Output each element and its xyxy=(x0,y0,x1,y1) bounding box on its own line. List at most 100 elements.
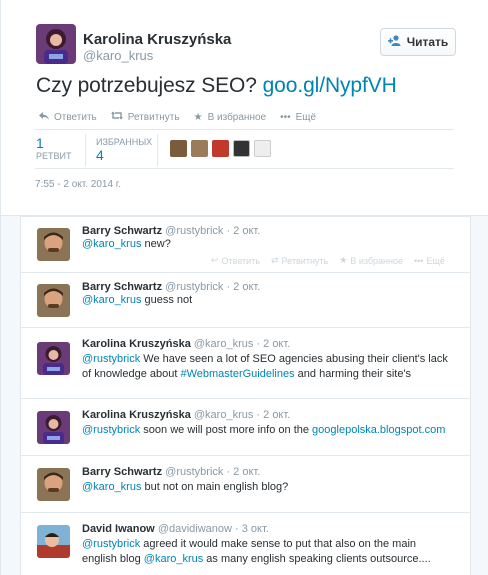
retweet-count[interactable]: 1 xyxy=(36,135,44,151)
reply-author-handle[interactable]: @rustybrick xyxy=(165,281,223,293)
reply-tweet[interactable]: Karolina Kruszyńska @karo_krus · 2 окт. … xyxy=(20,327,471,399)
reply-date[interactable]: · 2 окт. xyxy=(256,409,290,421)
tweet-actions: Ответить Ретвитнуть ★ В избранное ••• Ещ… xyxy=(39,111,316,123)
reply-tweet[interactable]: Karolina Kruszyńska @karo_krus · 2 окт. … xyxy=(20,398,471,456)
reply-date[interactable]: · 2 окт. xyxy=(226,281,260,293)
follow-button[interactable]: Читать xyxy=(380,28,456,56)
favorites-count[interactable]: 4 xyxy=(96,147,104,163)
reply-mention[interactable]: @karo_krus xyxy=(82,238,141,250)
reply-author-name[interactable]: Barry Schwartz xyxy=(82,281,162,293)
reply-mention[interactable]: @rustybrick xyxy=(82,353,140,365)
favoriter-avatar[interactable] xyxy=(212,140,229,157)
divider xyxy=(35,129,454,130)
reply-author-name[interactable]: Karolina Kruszyńska xyxy=(82,338,191,350)
reply-author-handle[interactable]: @rustybrick xyxy=(165,225,223,237)
favoriters-avatars xyxy=(170,140,271,157)
favoriter-avatar[interactable] xyxy=(254,140,271,157)
reply-avatar[interactable] xyxy=(37,228,70,261)
reply-avatar[interactable] xyxy=(37,342,70,375)
reply-author-name[interactable]: David Iwanow xyxy=(82,523,155,535)
retweet-icon xyxy=(110,111,123,123)
reply-icon: ↩ xyxy=(211,255,219,265)
tweet-permalink-frame: Karolina Kruszyńska @karo_krus Читать Cz… xyxy=(0,0,488,575)
tweet-text: Czy potrzebujesz SEO? goo.gl/NypfVH xyxy=(36,74,397,98)
reply-text-body: and harming their site's xyxy=(294,368,412,380)
favorite-action[interactable]: ★ В избранное xyxy=(339,255,403,266)
reply-tweet[interactable]: Barry Schwartz @rustybrick · 2 окт. @kar… xyxy=(20,455,471,513)
stat-divider xyxy=(85,134,86,166)
reply-text-body: new? xyxy=(141,238,171,250)
reply-label: Ответить xyxy=(221,255,261,266)
retweet-action[interactable]: ⇄ Ретвитнуть xyxy=(271,255,328,266)
reply-header: Barry Schwartz @rustybrick · 2 окт. xyxy=(82,466,260,478)
favoriter-avatar[interactable] xyxy=(233,140,250,157)
reply-mention[interactable]: @rustybrick xyxy=(82,538,140,550)
reply-mention[interactable]: @karo_krus xyxy=(82,294,141,306)
tweet-link[interactable]: goo.gl/NypfVH xyxy=(263,74,397,97)
more-label: Ещё xyxy=(295,111,317,123)
reply-author-handle[interactable]: @rustybrick xyxy=(165,466,223,478)
tweet-timestamp[interactable]: 7:55 - 2 окт. 2014 г. xyxy=(35,179,121,190)
reply-avatar[interactable] xyxy=(37,411,70,444)
reply-mention[interactable]: @karo_krus xyxy=(144,553,203,565)
favoriter-avatar[interactable] xyxy=(191,140,208,157)
favorite-label: В избранное xyxy=(207,111,267,123)
reply-header: Karolina Kruszyńska @karo_krus · 2 окт. xyxy=(82,409,290,421)
reply-avatar[interactable] xyxy=(37,468,70,501)
favorite-action[interactable]: ★ В избранное xyxy=(194,111,267,123)
author-name[interactable]: Karolina Kruszyńska xyxy=(83,31,231,48)
reply-actions: ↩ Ответить ⇄ Ретвитнуть ★ В избранное ••• Ещ… xyxy=(211,255,445,266)
reply-date[interactable]: · 2 окт. xyxy=(226,225,260,237)
more-action[interactable]: ••• Ещё xyxy=(414,255,445,266)
favorite-star-icon: ★ xyxy=(193,111,203,123)
favoriter-avatar[interactable] xyxy=(170,140,187,157)
reply-mention[interactable]: @rustybrick xyxy=(82,424,140,436)
reply-author-name[interactable]: Barry Schwartz xyxy=(82,225,162,237)
reply-author-name[interactable]: Karolina Kruszyńska xyxy=(82,409,191,421)
retweet-icon: ⇄ xyxy=(271,255,279,265)
reply-action[interactable]: Ответить xyxy=(39,111,97,123)
more-dots-icon: ••• xyxy=(414,255,424,266)
reply-text-body: guess not xyxy=(141,294,193,306)
follow-button-label: Читать xyxy=(406,35,449,49)
author-avatar[interactable] xyxy=(36,24,76,64)
retweet-count-label: РЕТВИТ xyxy=(36,151,72,161)
reply-text: @karo_krus guess not xyxy=(82,293,452,308)
reply-tweet[interactable]: David Iwanow @davidiwanow · 3 окт. @rust… xyxy=(20,512,471,575)
tweet-text-body: Czy potrzebujesz SEO? xyxy=(36,74,257,97)
reply-label: Ответить xyxy=(54,111,97,123)
reply-author-name[interactable]: Barry Schwartz xyxy=(82,466,162,478)
reply-mention[interactable]: @karo_krus xyxy=(82,481,141,493)
favorite-label: В избранное xyxy=(350,255,403,266)
retweet-label: Ретвитнуть xyxy=(281,255,329,266)
reply-date[interactable]: · 3 окт. xyxy=(235,523,269,535)
reply-tweet[interactable]: Barry Schwartz @rustybrick · 2 окт. @kar… xyxy=(20,272,471,328)
reply-action[interactable]: ↩ Ответить xyxy=(211,255,260,266)
more-dots-icon: ••• xyxy=(280,111,291,123)
retweet-label: Ретвитнуть xyxy=(127,111,180,123)
reply-text: @rustybrick We have seen a lot of SEO ag… xyxy=(82,352,452,382)
reply-date[interactable]: · 2 окт. xyxy=(226,466,260,478)
reply-text-body: as many english speaking clients outsour… xyxy=(203,553,431,565)
reply-date[interactable]: · 2 окт. xyxy=(256,338,290,350)
reply-header: Barry Schwartz @rustybrick · 2 окт. xyxy=(82,225,260,237)
reply-icon xyxy=(39,111,49,123)
reply-avatar[interactable] xyxy=(37,284,70,317)
follow-person-icon xyxy=(387,35,402,49)
reply-avatar[interactable] xyxy=(37,525,70,558)
favorite-star-icon: ★ xyxy=(339,255,348,265)
more-action[interactable]: ••• Ещё xyxy=(280,111,316,123)
reply-link[interactable]: googlepolska.blogspot.com xyxy=(312,424,445,436)
reply-header: Karolina Kruszyńska @karo_krus · 2 окт. xyxy=(82,338,290,350)
divider xyxy=(35,168,454,169)
replies-list: Barry Schwartz @rustybrick · 2 окт. @kar… xyxy=(1,215,488,575)
reply-hashtag[interactable]: #WebmasterGuidelines xyxy=(180,368,294,380)
reply-tweet[interactable]: Barry Schwartz @rustybrick · 2 окт. @kar… xyxy=(20,216,471,273)
favorites-count-label: ИЗБРАННЫХ xyxy=(96,137,153,147)
reply-author-handle[interactable]: @karo_krus xyxy=(194,338,253,350)
reply-text: @karo_krus new? xyxy=(82,237,452,252)
reply-author-handle[interactable]: @karo_krus xyxy=(194,409,253,421)
retweet-action[interactable]: Ретвитнуть xyxy=(110,111,180,123)
author-handle[interactable]: @karo_krus xyxy=(83,48,153,63)
reply-author-handle[interactable]: @davidiwanow xyxy=(158,523,232,535)
